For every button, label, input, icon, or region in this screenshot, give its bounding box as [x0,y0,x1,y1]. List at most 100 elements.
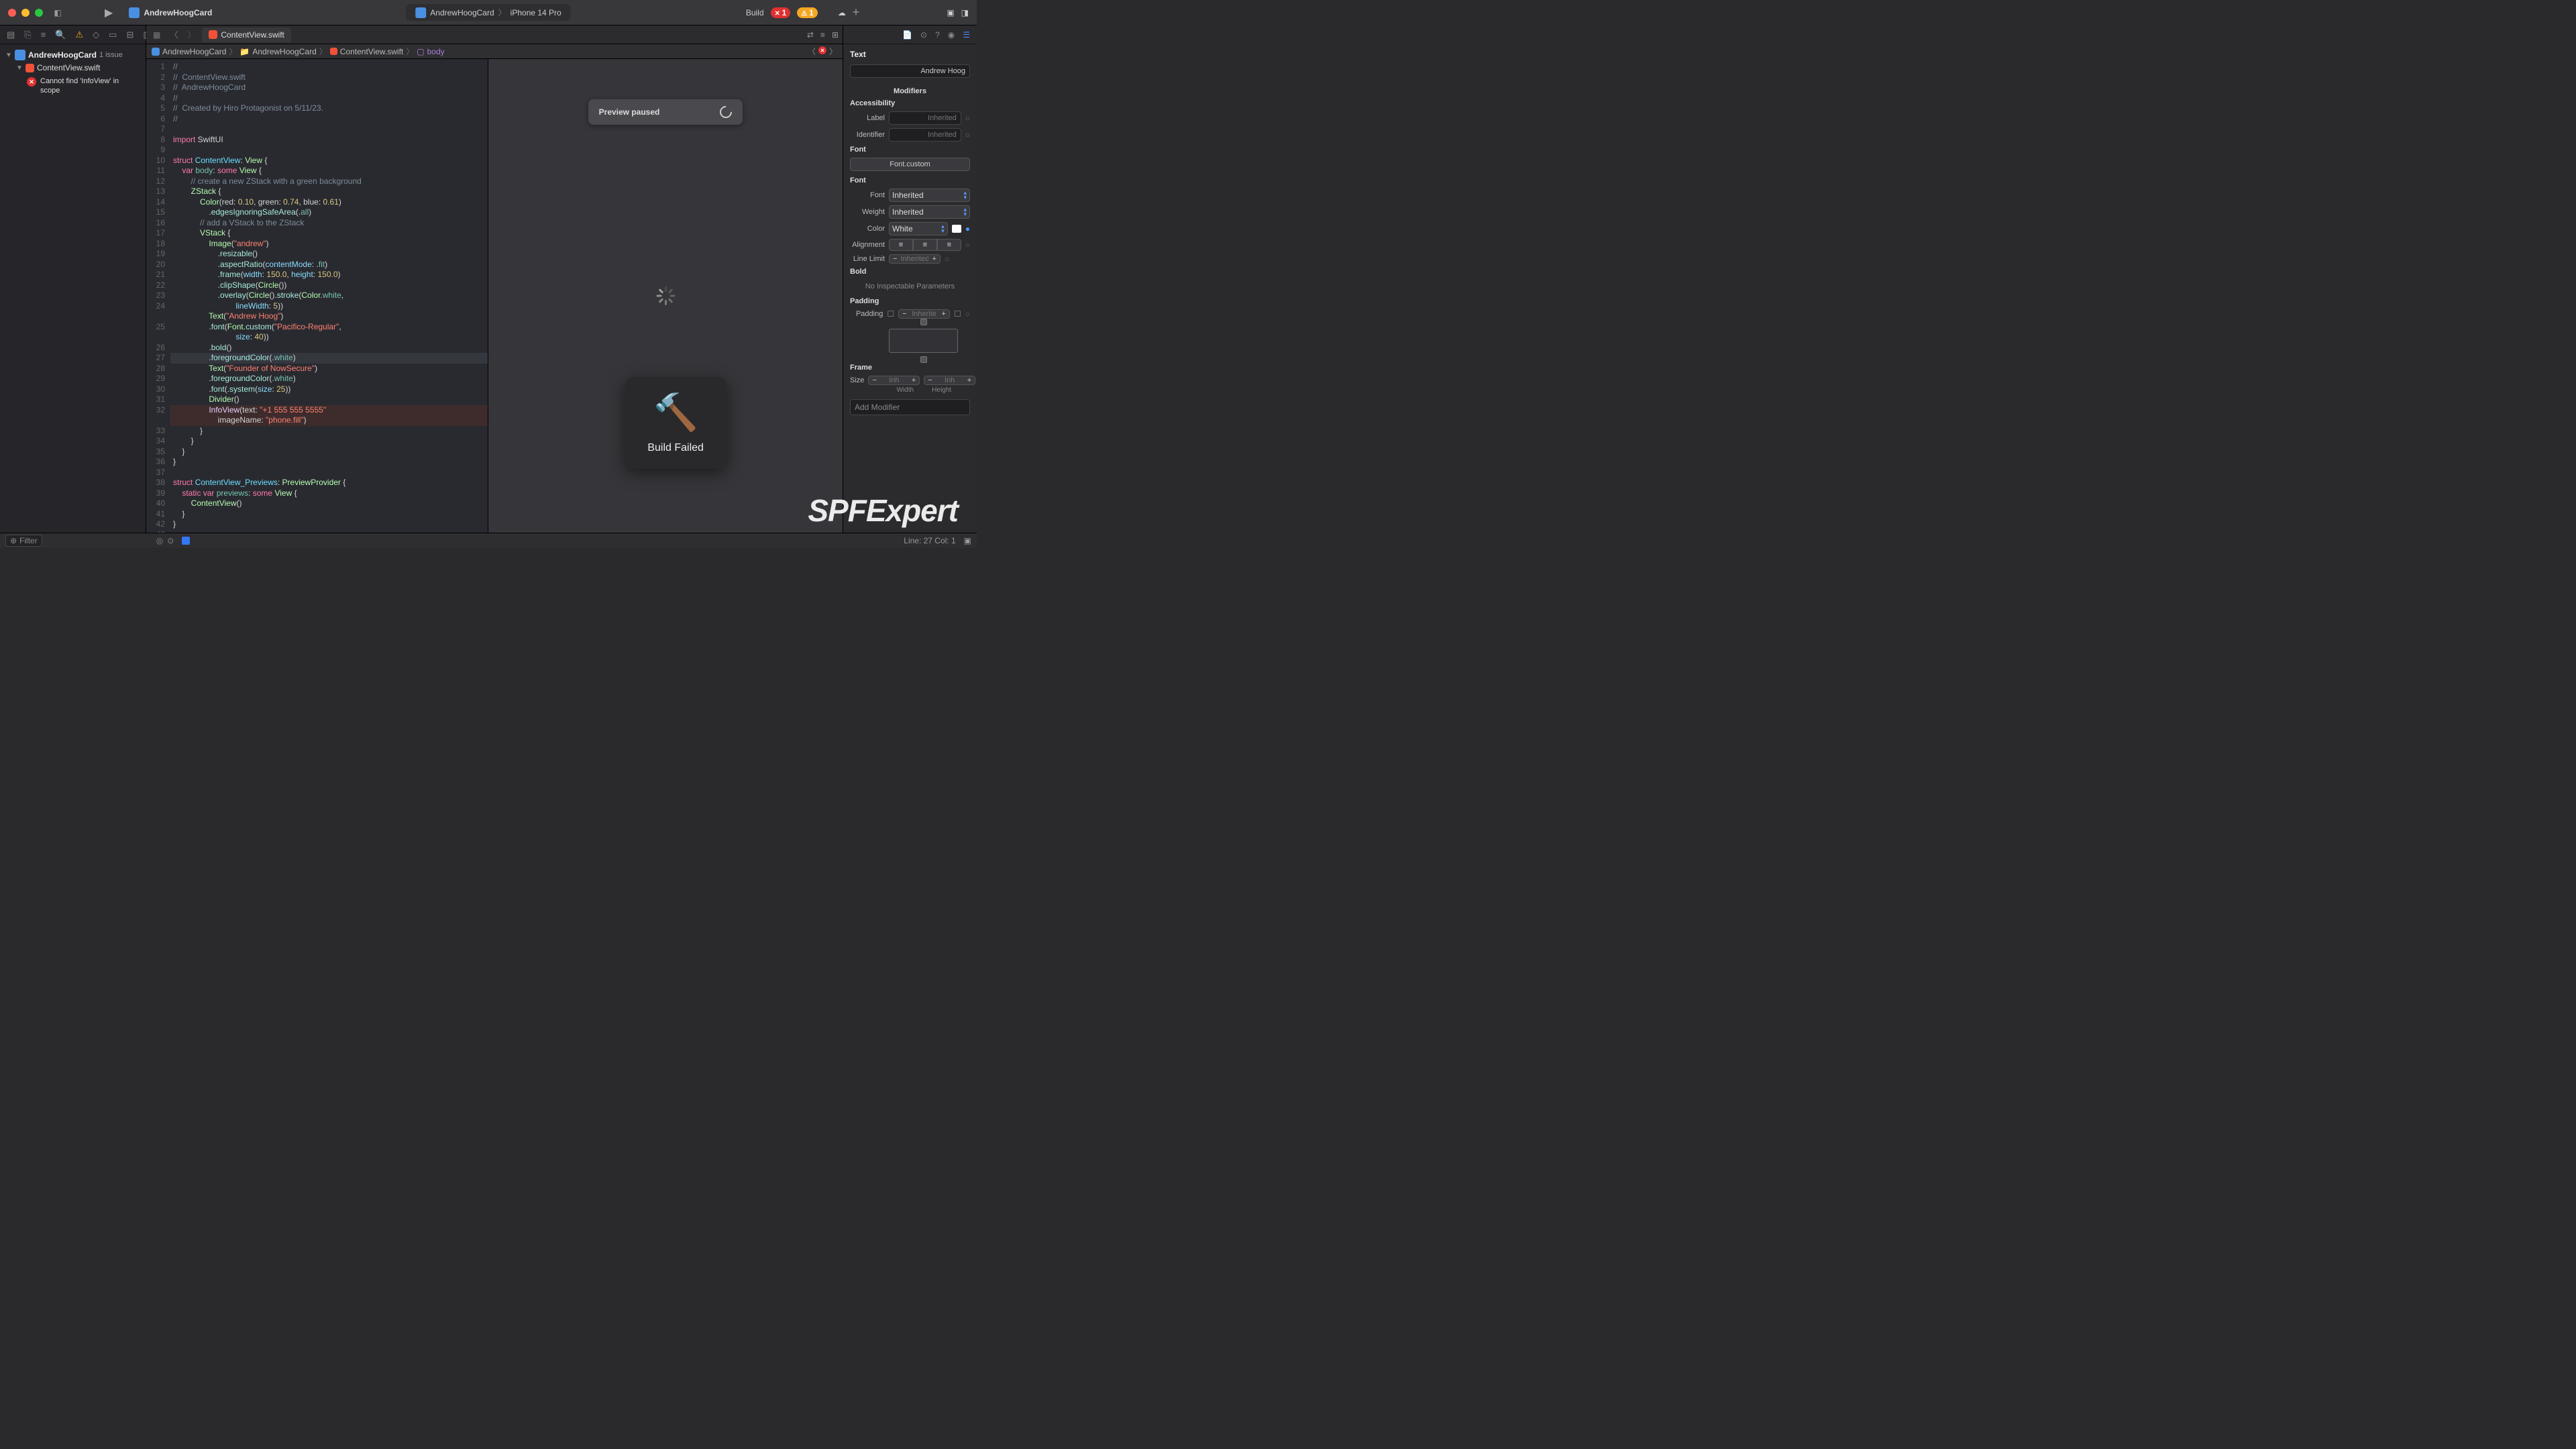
file-group[interactable]: ▼ ContentView.swift [3,62,143,74]
editor-tab[interactable]: ContentView.swift [202,28,291,42]
reset-icon[interactable]: ● [965,224,970,233]
alignment-segmented[interactable]: ≡≡≡ [889,239,961,251]
close-window-button[interactable] [8,9,16,17]
disclosure-triangle-icon[interactable]: ▼ [5,52,12,59]
minimize-window-button[interactable] [21,9,30,17]
reset-icon[interactable]: ○ [965,113,970,123]
bc-symbol[interactable]: body [427,47,445,56]
attributes-inspector-icon[interactable]: ☰ [963,30,970,40]
related-items-icon[interactable]: ▦ [150,30,163,40]
increment-button[interactable]: + [928,255,939,263]
project-label: AndrewHoogCard [28,50,97,60]
increment-button[interactable]: + [938,310,949,318]
canvas-toggle-icon[interactable]: ▣ [964,536,971,545]
filter-field[interactable]: ⊕ Filter [5,535,42,547]
issue-navigator-icon[interactable]: ⚠ [75,30,83,40]
bc-project[interactable]: AndrewHoogCard [162,47,226,56]
reset-icon[interactable]: ○ [945,254,949,264]
code-content[interactable]: //// ContentView.swift// AndrewHoogCard/… [170,59,488,533]
back-button[interactable]: 〈 [167,29,180,40]
error-count-badge[interactable]: ✕ 1 [771,7,791,18]
height-stepper[interactable]: −+ [924,376,975,385]
library-icon[interactable]: ▣ [947,8,954,17]
chevron-right-icon: 〉 [498,7,506,18]
add-tab-button[interactable]: + [853,5,860,19]
activity-viewer[interactable]: AndrewHoogCard 〉 iPhone 14 Pro [406,4,570,21]
issue-row[interactable]: ✕ Cannot find 'InfoView' in scope [3,74,143,99]
forward-button[interactable]: 〉 [184,29,198,40]
padding-label: Padding [850,310,883,318]
scheme-selector[interactable]: AndrewHoogCard [129,7,212,18]
inspector-sidebar: 📄 ⊙ ? ◉ ☰ Text Modifiers Accessibility L… [843,25,977,533]
reset-icon[interactable]: ○ [965,240,970,250]
line-limit-field[interactable] [900,255,928,263]
accessibility-identifier-field[interactable] [889,128,961,142]
line-limit-stepper[interactable]: − + [889,254,941,264]
run-button[interactable]: ▶ [105,6,113,19]
recent-icon[interactable]: ⊙ [167,536,174,545]
history-inspector-icon[interactable]: ⊙ [920,30,927,40]
file-label: ContentView.swift [37,63,101,72]
property-icon: ▢ [417,47,424,56]
resume-preview-button[interactable] [718,103,735,120]
padding-field[interactable] [910,310,938,318]
reset-icon[interactable]: ○ [965,309,970,319]
adjust-editor-icon[interactable]: ≡ [820,30,825,40]
text-value-field[interactable] [850,64,970,78]
padding-checkbox[interactable]: ☐ [954,309,961,319]
disclosure-triangle-icon[interactable]: ▼ [16,64,23,72]
project-group[interactable]: ▼ AndrewHoogCard 1 issue [3,48,143,62]
decrement-button[interactable]: − [890,255,900,263]
decrement-button[interactable]: − [899,310,910,318]
project-navigator-icon[interactable]: ▤ [7,30,15,40]
warning-count-badge[interactable]: ⚠ 1 [797,7,817,18]
breakpoint-navigator-icon[interactable]: ⊟ [126,30,133,40]
accessibility-inspector-icon[interactable]: ◉ [948,30,955,40]
zoom-window-button[interactable] [35,9,43,17]
inspector-toggle-icon[interactable]: ◨ [961,8,969,17]
prev-button[interactable]: 〈 [808,46,816,57]
weight-select[interactable]: Inherited▴▾ [889,205,970,219]
scheme-name: AndrewHoogCard [430,8,494,17]
filter-placeholder: Filter [19,536,38,545]
width-stepper[interactable]: −+ [868,376,920,385]
color-select[interactable]: White▴▾ [889,222,948,235]
add-editor-icon[interactable]: ⊞ [832,30,839,40]
preview-status-banner: Preview paused [588,99,743,125]
cloud-icon[interactable]: ☁ [838,8,846,17]
add-modifier-field[interactable]: Add Modifier [850,399,970,415]
bold-empty-message: No Inspectable Parameters [850,280,970,293]
align-left-icon: ≡ [889,239,913,251]
folder-icon: 📁 [239,47,250,56]
preview-canvas: Preview paused 🔨 Build Failed [488,59,843,533]
sidebar-toggle-icon[interactable]: ◧ [51,8,64,17]
padding-diagram[interactable] [877,322,970,360]
padding-section: Padding [850,297,970,305]
font-custom-button[interactable]: Font.custom [850,158,970,171]
bc-folder[interactable]: AndrewHoogCard [252,47,316,56]
width-sublabel: Width [889,386,922,394]
bc-file[interactable]: ContentView.swift [340,47,404,56]
padding-stepper[interactable]: − + [898,309,950,319]
source-control-navigator-icon[interactable]: ⎘ [24,30,31,40]
issue-count: 1 issue [99,51,123,59]
accessibility-label-field[interactable] [889,111,961,125]
source-editor[interactable]: 1234567891011121314151617181920212223242… [146,59,488,533]
test-navigator-icon[interactable]: ◇ [93,30,99,40]
line-gutter: 1234567891011121314151617181920212223242… [146,59,170,533]
app-icon [152,48,160,56]
color-swatch[interactable] [952,225,961,233]
find-navigator-icon[interactable]: 🔍 [55,30,66,40]
scope-icon[interactable]: ◎ [156,536,163,545]
file-inspector-icon[interactable]: 📄 [902,30,912,40]
minimap-icon[interactable]: ⇄ [807,30,814,40]
debug-status-icon[interactable] [182,537,190,545]
reset-icon[interactable]: ○ [965,130,970,140]
help-inspector-icon[interactable]: ? [935,30,940,40]
next-button[interactable]: 〉 [829,46,837,57]
debug-navigator-icon[interactable]: ▭ [109,30,117,40]
padding-checkbox[interactable]: ☐ [887,309,894,319]
font-select[interactable]: Inherited▴▾ [889,189,970,202]
symbol-navigator-icon[interactable]: ≡ [41,30,46,40]
jump-bar[interactable]: AndrewHoogCard 〉 📁 AndrewHoogCard 〉 Cont… [146,44,843,59]
